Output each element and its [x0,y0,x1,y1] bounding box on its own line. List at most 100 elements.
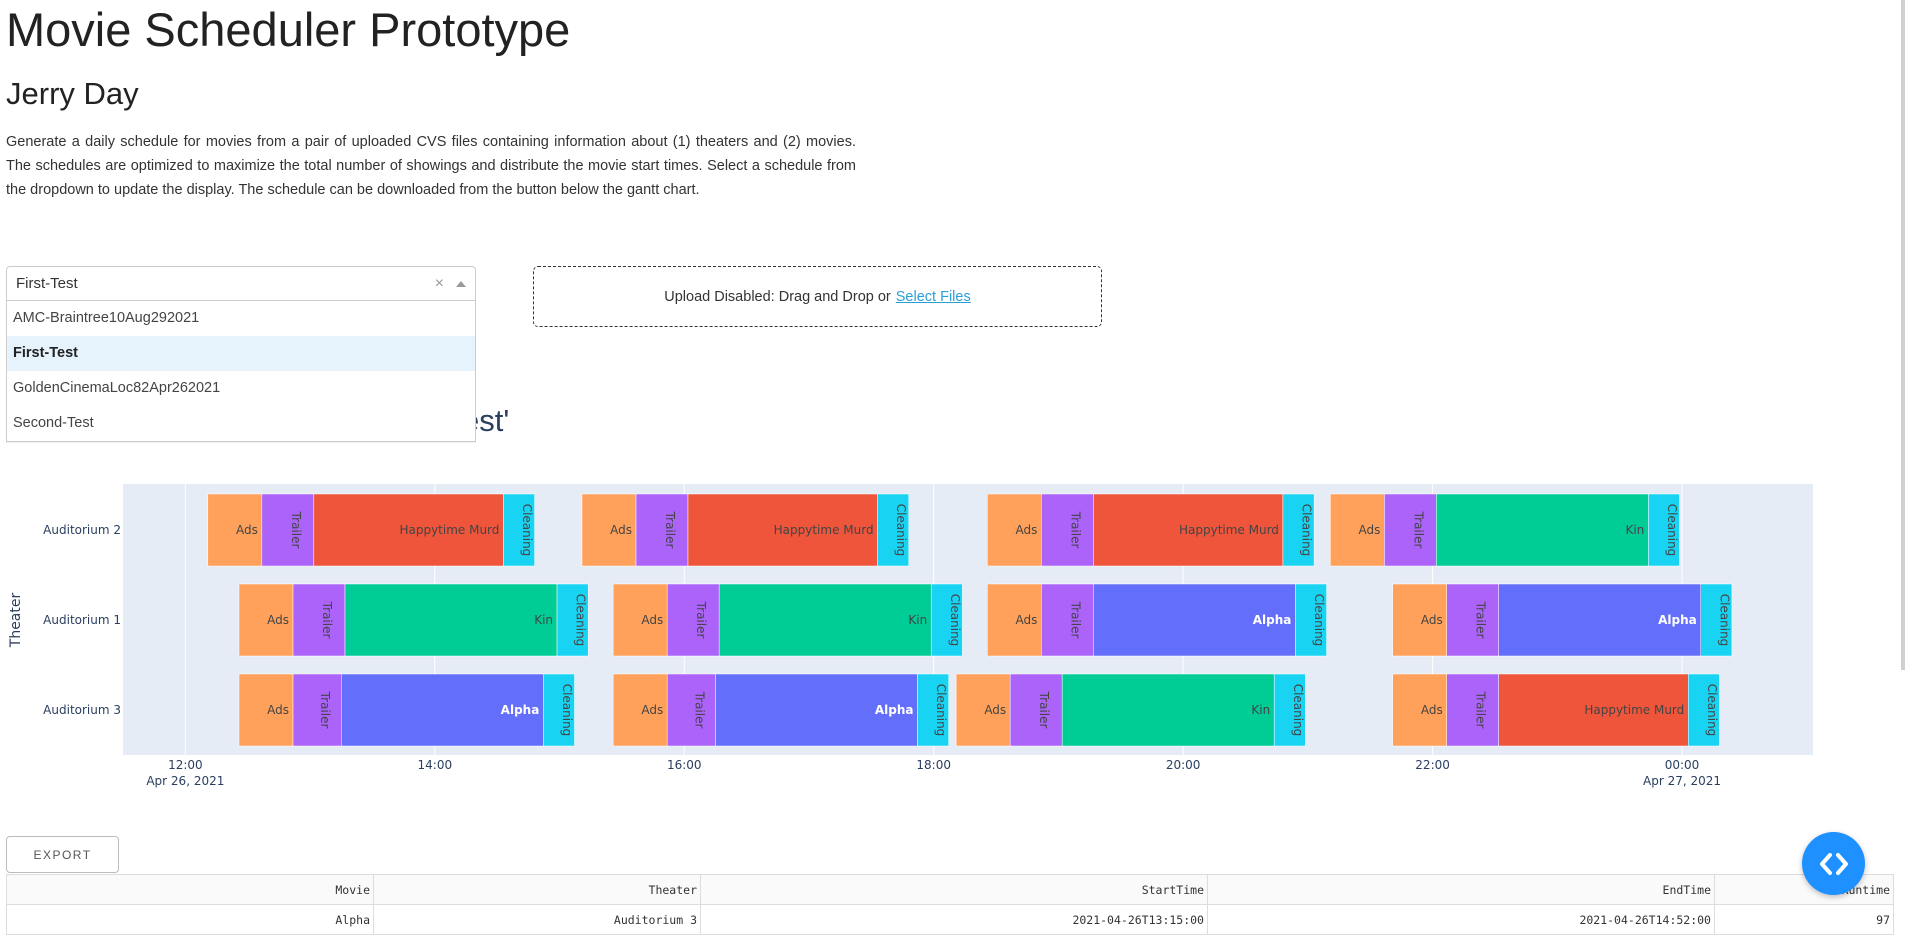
bar-label: Cleaning [1705,684,1719,737]
gantt-bar [1384,493,1437,567]
bar-label: Kin [908,613,927,627]
bar-label: Ads [610,523,632,537]
x-tick-label: 20:00 [1166,758,1201,772]
dropdown-option[interactable]: Second-Test [7,406,475,441]
bar-label: Cleaning [894,504,908,557]
bar-label: Trailer [1474,601,1488,639]
x-tick-date: Apr 27, 2021 [1643,774,1721,788]
upload-text: Upload Disabled: Drag and Drop or [664,288,891,305]
table-cell[interactable]: 2021-04-26T13:15:00 [700,904,1208,935]
bar-label: Ads [1015,523,1037,537]
bar-label: Ads [984,703,1006,717]
table-row: Alpha Auditorium 3 2021-04-26T13:15:00 2… [6,904,1894,935]
page-scrollbar[interactable] [1901,0,1905,670]
y-axis-label: Theater [8,593,24,649]
code-icon[interactable] [1802,832,1865,895]
gantt-bar [292,583,346,657]
bar-label: Alpha [1658,613,1697,627]
bar-label: Kin [1251,703,1270,717]
dropdown-control[interactable]: First-Test × [6,266,476,301]
bar-label: Trailer [1411,511,1425,549]
x-tick-label: 14:00 [418,758,453,772]
bar-label: Cleaning [574,594,588,647]
bar-label: Ads [641,703,663,717]
schedule-dropdown[interactable]: First-Test × AMC-Braintree10Aug292021 Fi… [6,266,476,442]
gantt-bar [1061,673,1275,747]
table-cell[interactable]: 2021-04-26T14:52:00 [1207,904,1715,935]
select-files-link[interactable]: Select Files [896,289,971,305]
column-header[interactable]: Runtime [1714,874,1894,905]
gantt-chart: 12:00 Apr 26, 2021 14:00 16:00 18:00 20:00 22:… [8,484,1813,788]
bar-label: Ads [236,523,258,537]
table-cell[interactable]: 97 [1714,904,1894,935]
bar-label: Happytime Murd [1179,523,1279,537]
gantt-bar [666,583,720,657]
bar-label: Cleaning [560,684,574,737]
bar-label: Cleaning [1291,684,1305,737]
bar-label: Ads [1421,703,1443,717]
dropdown-option[interactable]: AMC-Braintree10Aug292021 [7,301,475,336]
bar-label: Kin [534,613,553,627]
dropdown-menu: AMC-Braintree10Aug292021 First-Test Gold… [6,301,476,442]
gantt-bar [344,583,558,657]
bar-label: Trailer [663,511,677,549]
table-header-row: Movie Theater StartTime EndTime Runtime [6,874,1894,905]
y-tick-label: Auditorium 2 [43,523,121,537]
dropdown-value[interactable]: First-Test [16,275,435,292]
bar-label: Cleaning [520,504,534,557]
x-tick-label: 16:00 [667,758,702,772]
table-cell[interactable]: Auditorium 3 [373,904,701,935]
bar-label: Trailer [694,601,708,639]
gantt-bar [666,673,716,747]
bar-label: Trailer [289,511,303,549]
bar-label: Trailer [692,691,706,729]
column-header[interactable]: Movie [6,874,374,905]
x-tick-label: 00:00 [1665,758,1700,772]
bar-label: Alpha [501,703,540,717]
bar-label: Ads [1015,613,1037,627]
bar-label: Cleaning [1665,504,1679,557]
bar-label: Cleaning [1717,594,1731,647]
schedule-table: Movie Theater StartTime EndTime Runtime … [6,874,1894,935]
bar-label: Trailer [1068,511,1082,549]
gantt-bar [292,673,342,747]
export-button[interactable]: EXPORT [6,836,119,873]
y-tick-label: Auditorium 1 [43,613,121,627]
bar-label: Happytime Murd [399,523,499,537]
bar-label: Trailer [1474,691,1488,729]
bar-label: Cleaning [948,594,962,647]
bar-label: Cleaning [934,684,948,737]
dropdown-option[interactable]: First-Test [7,336,475,371]
table-cell[interactable]: Alpha [6,904,374,935]
bar-label: Ads [1421,613,1443,627]
clear-icon[interactable]: × [435,275,444,293]
description: Generate a daily schedule for movies fro… [6,134,856,198]
bar-label: Happytime Murd [1584,703,1684,717]
bar-label: Alpha [875,703,914,717]
x-tick-label: 22:00 [1415,758,1450,772]
bar-label: Trailer [1068,601,1082,639]
bar-label: Trailer [320,601,334,639]
bar-label: Alpha [1253,613,1292,627]
upload-dropzone[interactable]: Upload Disabled: Drag and Drop or Select… [533,266,1102,327]
bar-label: Cleaning [1312,594,1326,647]
gantt-bar [635,493,689,567]
column-header[interactable]: Theater [373,874,701,905]
x-tick-label: 12:00 [168,758,203,772]
gantt-bar [1041,583,1094,657]
bar-label: Trailer [1037,691,1051,729]
gantt-bar [1436,493,1649,567]
bar-label: Ads [267,613,289,627]
column-header[interactable]: StartTime [700,874,1208,905]
page-title: Movie Scheduler Prototype [6,3,571,56]
chevron-up-icon[interactable] [456,280,466,287]
gantt-bar [261,493,315,567]
gantt-bar [1446,583,1499,657]
column-header[interactable]: EndTime [1207,874,1715,905]
bar-label: Ads [267,703,289,717]
y-tick-label: Auditorium 3 [43,703,121,717]
gantt-bar [1009,673,1063,747]
bar-label: Ads [1358,523,1380,537]
dropdown-option[interactable]: GoldenCinemaLoc82Apr262021 [7,371,475,406]
gantt-bar [1041,493,1094,567]
